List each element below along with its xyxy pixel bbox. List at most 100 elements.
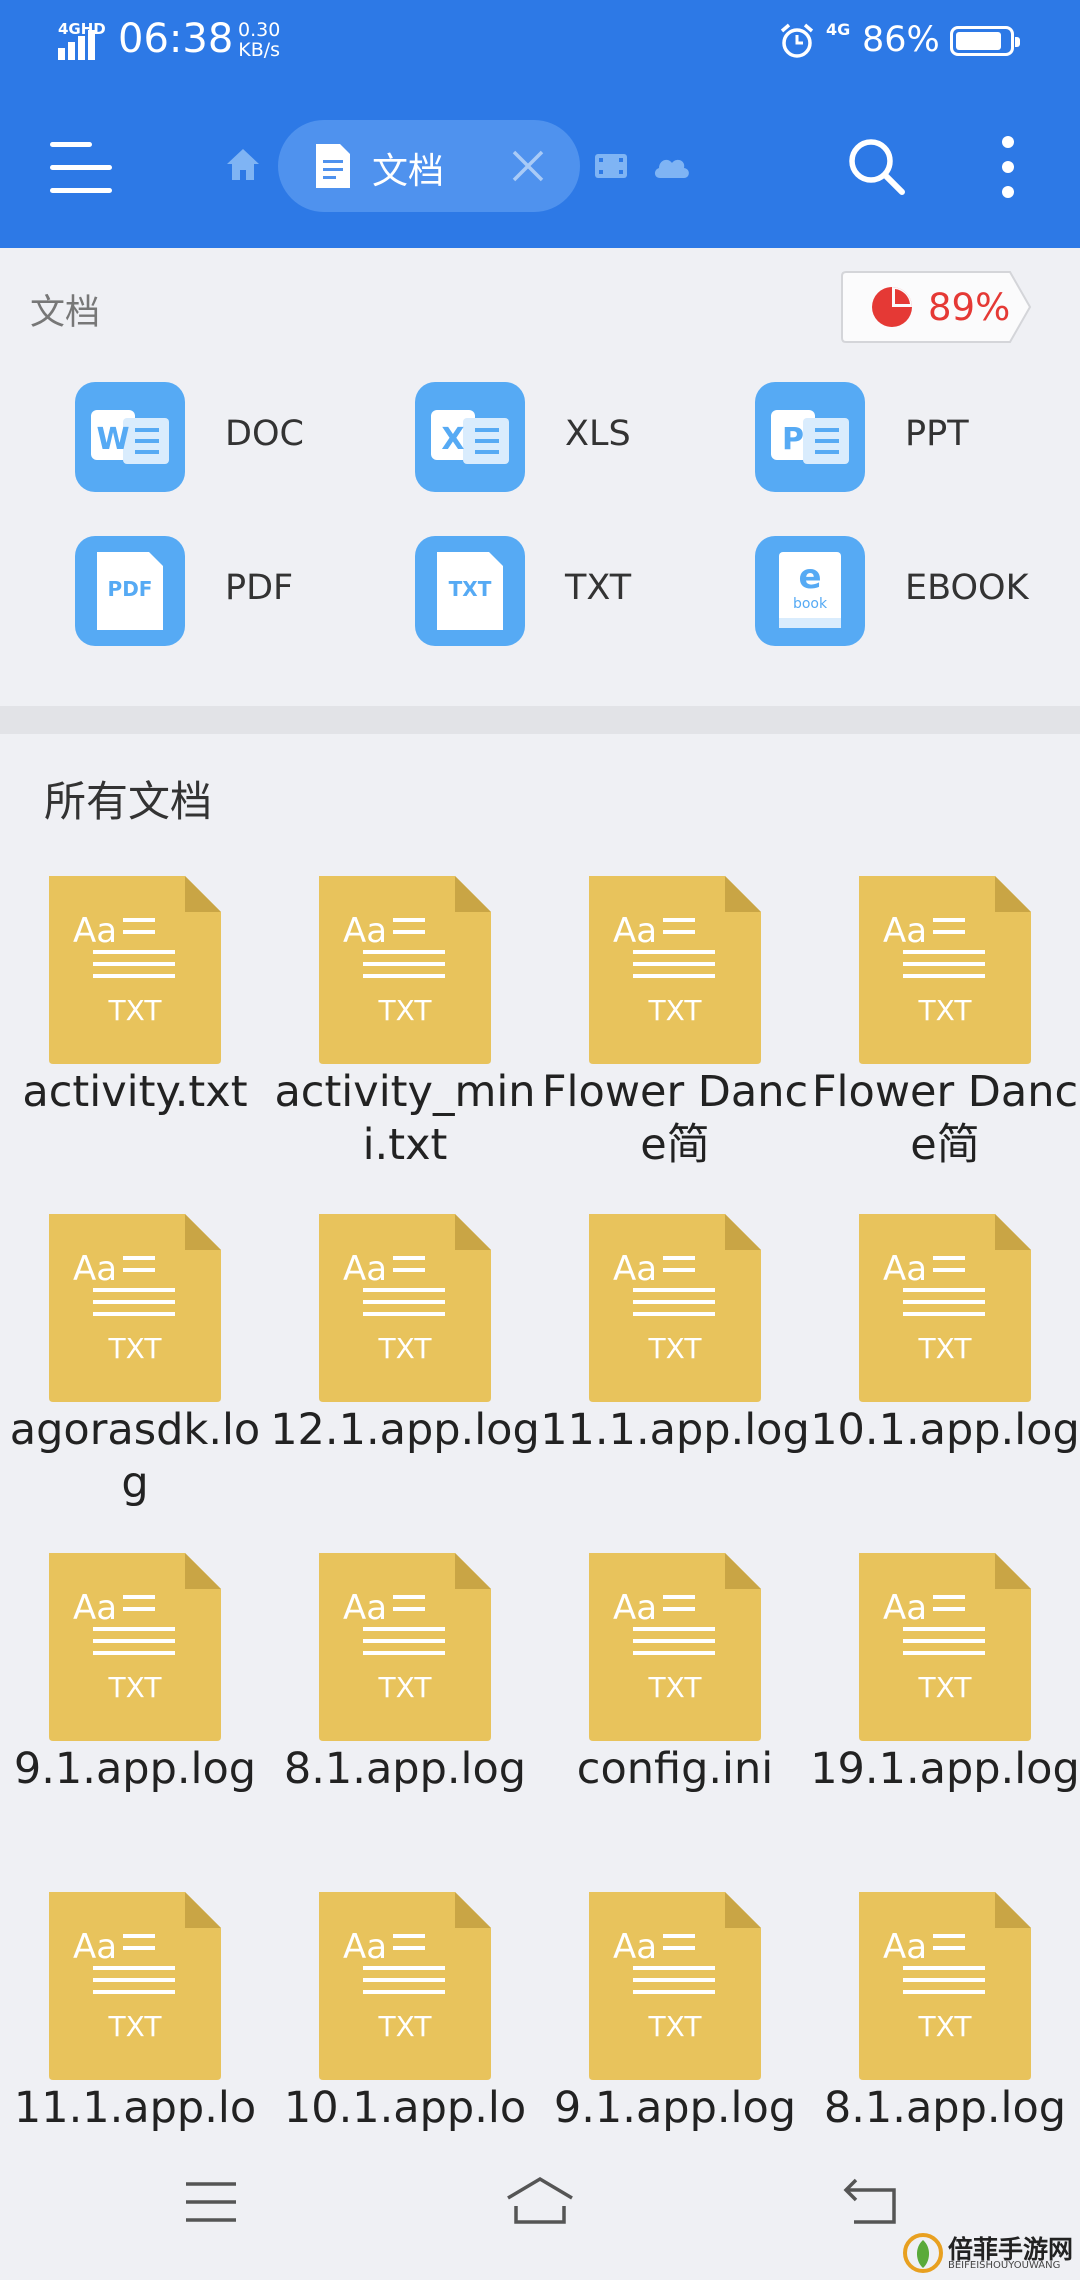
file-name: config.ini xyxy=(576,1744,774,1794)
category-label: DOC xyxy=(225,414,304,454)
svg-text:TXT: TXT xyxy=(378,994,433,1027)
svg-text:TXT: TXT xyxy=(918,2010,973,2043)
category-label: PDF xyxy=(225,568,294,608)
storage-percent: 89% xyxy=(928,286,1011,329)
file-item[interactable]: Aa TXT Flower Dance简 xyxy=(810,872,1080,1202)
file-item[interactable]: Aa TXT Flower Dance简 xyxy=(540,872,810,1202)
menu-icon[interactable] xyxy=(184,2180,238,2224)
svg-text:Aa: Aa xyxy=(73,1927,117,1967)
svg-text:PDF: PDF xyxy=(108,577,153,601)
file-name: 10.1.app.log xyxy=(810,1405,1080,1455)
film-icon[interactable] xyxy=(593,150,629,182)
clock: 06:38 xyxy=(118,16,234,62)
powerpoint-icon: P xyxy=(755,382,865,492)
svg-text:TXT: TXT xyxy=(918,1332,973,1365)
svg-text:Aa: Aa xyxy=(613,1927,657,1967)
file-name: 9.1.app.log xyxy=(13,1744,257,1794)
category-label: EBOOK xyxy=(905,568,1029,608)
category-label: PPT xyxy=(905,414,969,454)
svg-text:W: W xyxy=(96,422,129,457)
network2-label: 4G xyxy=(826,20,851,39)
file-name: 11.1.app.lo xyxy=(13,2083,257,2133)
more-vertical-icon[interactable] xyxy=(990,134,1026,200)
storage-indicator[interactable]: 89% xyxy=(840,270,1034,344)
category-ebook[interactable]: e book EBOOK xyxy=(755,536,1055,646)
txt-file-icon: Aa TXT xyxy=(855,1210,1035,1402)
txt-file-icon: Aa TXT xyxy=(585,872,765,1064)
svg-text:TXT: TXT xyxy=(108,1671,163,1704)
pie-chart-icon xyxy=(872,287,912,327)
file-item[interactable]: Aa TXT 8.1.app.log xyxy=(270,1549,540,1879)
cloud-icon[interactable] xyxy=(652,152,692,180)
file-name: 8.1.app.log xyxy=(283,1744,527,1794)
svg-text:Aa: Aa xyxy=(343,1927,387,1967)
file-item[interactable]: Aa TXT 19.1.app.log xyxy=(810,1549,1080,1879)
svg-text:TXT: TXT xyxy=(449,577,492,601)
hamburger-icon[interactable] xyxy=(50,142,112,194)
svg-text:Aa: Aa xyxy=(73,1588,117,1628)
excel-icon: X xyxy=(415,382,525,492)
alarm-icon xyxy=(780,23,814,58)
file-name: 9.1.app.log xyxy=(553,2083,797,2133)
home-icon[interactable] xyxy=(504,2176,576,2226)
speed-unit: KB/s xyxy=(238,39,281,61)
category-xls[interactable]: X XLS xyxy=(415,382,715,492)
category-ppt[interactable]: P PPT xyxy=(755,382,1055,492)
tab-documents[interactable]: 文档 xyxy=(278,120,580,212)
txt-file-icon: Aa TXT xyxy=(585,1549,765,1741)
txt-file-icon: Aa TXT xyxy=(45,1888,225,2080)
file-item[interactable]: Aa TXT activity.txt xyxy=(0,872,270,1202)
svg-text:Aa: Aa xyxy=(343,911,387,951)
svg-text:P: P xyxy=(782,422,804,457)
txt-file-icon: Aa TXT xyxy=(45,872,225,1064)
watermark: 倍菲手游网 BEIFEISHOUYOUWANG xyxy=(900,2226,1080,2280)
svg-text:TXT: TXT xyxy=(648,994,703,1027)
svg-text:Aa: Aa xyxy=(343,1588,387,1628)
category-doc[interactable]: W DOC xyxy=(75,382,375,492)
svg-text:TXT: TXT xyxy=(108,1332,163,1365)
svg-text:TXT: TXT xyxy=(918,1671,973,1704)
file-name: 10.1.app.lo xyxy=(283,2083,527,2133)
speed-value: 0.30 xyxy=(238,19,281,41)
svg-text:book: book xyxy=(793,596,828,612)
tab-label: 文档 xyxy=(372,151,445,192)
svg-text:Aa: Aa xyxy=(613,1249,657,1289)
file-name: Flower Dance简 xyxy=(541,1067,809,1170)
close-icon[interactable] xyxy=(508,146,548,186)
svg-text:TXT: TXT xyxy=(648,1332,703,1365)
file-item[interactable]: Aa TXT config.ini xyxy=(540,1549,810,1879)
file-name: agorasdk.log xyxy=(9,1405,261,1508)
svg-text:TXT: TXT xyxy=(108,994,163,1027)
file-item[interactable]: Aa TXT 9.1.app.log xyxy=(0,1549,270,1879)
txt-file-icon: Aa TXT xyxy=(585,1888,765,2080)
txt-file-icon: Aa TXT xyxy=(315,1210,495,1402)
svg-text:TXT: TXT xyxy=(648,1671,703,1704)
file-item[interactable]: Aa TXT activity_mini.txt xyxy=(270,872,540,1202)
category-pdf[interactable]: PDF PDF xyxy=(75,536,375,646)
txt-file-icon: Aa TXT xyxy=(45,1549,225,1741)
search-icon[interactable] xyxy=(844,134,908,198)
signal-icon: 4GHD xyxy=(58,20,106,60)
svg-text:TXT: TXT xyxy=(648,2010,703,2043)
file-item[interactable]: Aa TXT agorasdk.log xyxy=(0,1210,270,1540)
svg-text:TXT: TXT xyxy=(378,1671,433,1704)
category-txt[interactable]: TXT TXT xyxy=(415,536,715,646)
file-name: activity_mini.txt xyxy=(274,1067,536,1170)
home-icon[interactable] xyxy=(223,144,263,184)
status-bar: 4GHD 06:38 0.30 KB/s 4G 86% xyxy=(0,0,1080,82)
svg-text:Aa: Aa xyxy=(343,1249,387,1289)
file-item[interactable]: Aa TXT 11.1.app.log xyxy=(540,1210,810,1540)
file-item[interactable]: Aa TXT 12.1.app.log xyxy=(270,1210,540,1540)
svg-text:Aa: Aa xyxy=(613,1588,657,1628)
watermark-logo-icon xyxy=(903,2233,943,2273)
network-speed: 0.30 KB/s xyxy=(238,20,280,60)
svg-text:e: e xyxy=(798,557,821,597)
battery-icon xyxy=(950,26,1020,56)
svg-text:TXT: TXT xyxy=(378,2010,433,2043)
svg-text:TXT: TXT xyxy=(378,1332,433,1365)
file-name: Flower Dance简 xyxy=(811,1067,1079,1170)
back-icon[interactable] xyxy=(842,2178,898,2224)
category-title: 文档 xyxy=(30,293,101,333)
file-item[interactable]: Aa TXT 10.1.app.log xyxy=(810,1210,1080,1540)
txt-file-icon: Aa TXT xyxy=(315,872,495,1064)
